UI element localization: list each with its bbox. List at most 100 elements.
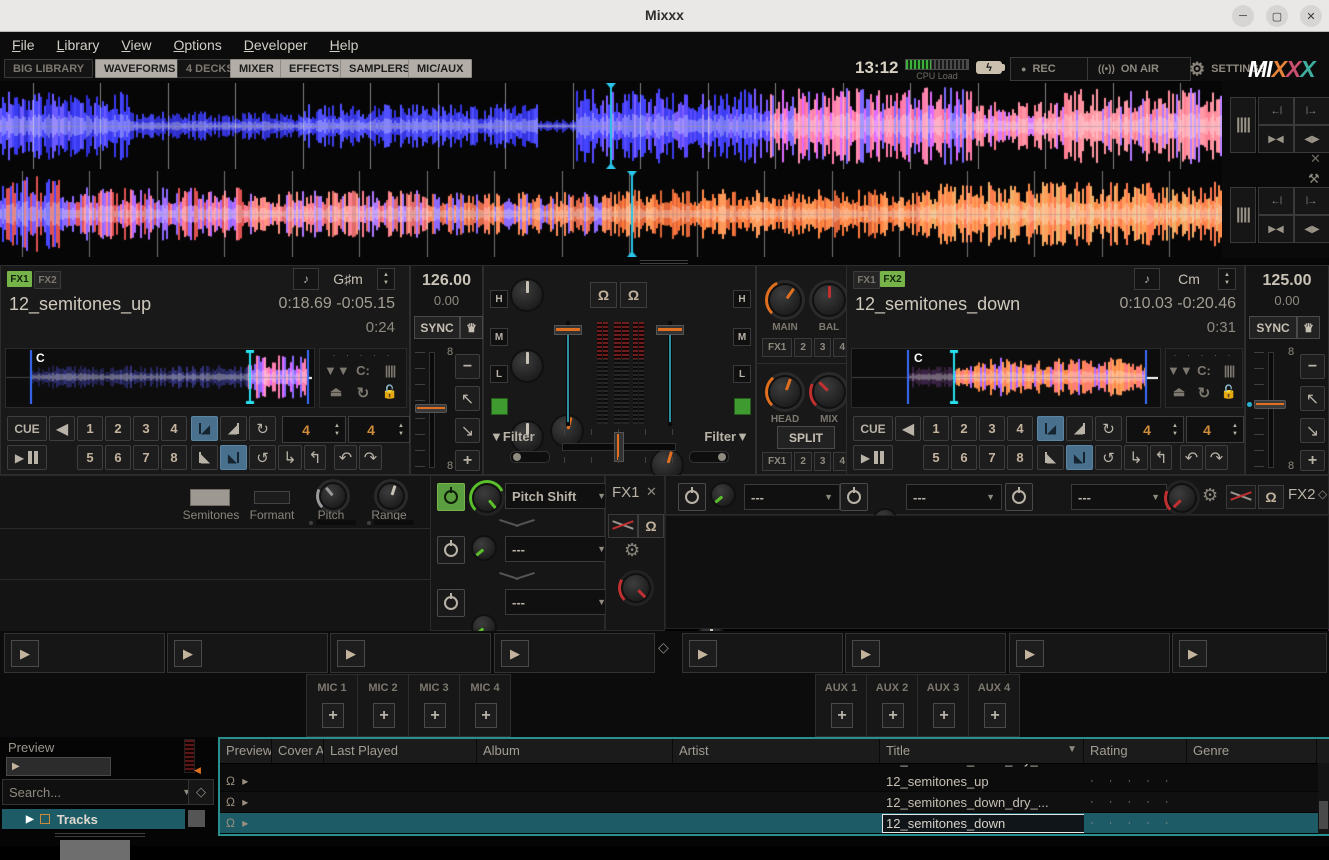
deck1-loop-toggle[interactable]: ↻ bbox=[249, 416, 276, 441]
deck2-beats-later-button[interactable]: 𝄀𝄀→ bbox=[1294, 187, 1329, 215]
deck1-sync-button[interactable]: SYNC bbox=[414, 316, 460, 339]
fx1-mix-knob[interactable] bbox=[618, 570, 654, 606]
collapse-icon[interactable]: ✕ bbox=[1310, 151, 1321, 167]
deck2-nudge-up-icon[interactable]: ↖ bbox=[1300, 386, 1325, 411]
deck1-nudge-up-icon[interactable]: ↖ bbox=[455, 386, 480, 411]
deck2-sync-leader-icon[interactable]: ♛ bbox=[1297, 316, 1320, 339]
table-row[interactable]: Ω ▸ 12_semitones_down_dry_... · · · · · bbox=[220, 792, 1329, 813]
deck1-star-rating[interactable]: · · · · · bbox=[320, 350, 406, 360]
deck1-pitch-rise-toggle[interactable]: ◢ bbox=[191, 416, 218, 441]
deck2-play-button[interactable]: ▶ bbox=[853, 445, 893, 470]
mic1-add-button[interactable]: + bbox=[322, 703, 344, 728]
sampler-expand-icon[interactable]: ◇ bbox=[658, 639, 669, 656]
header-cover-art[interactable]: Cover Art bbox=[272, 739, 324, 763]
sampler-8[interactable]: ▶ bbox=[1172, 633, 1327, 673]
table-scrollbar-thumb[interactable] bbox=[1319, 801, 1328, 829]
fx1-slot2-effect-select[interactable]: --- ▼ bbox=[505, 536, 613, 562]
deck1-hotcue-3[interactable]: 3 bbox=[133, 416, 159, 441]
row-rating[interactable]: · · · · · bbox=[1084, 796, 1187, 808]
semitones-toggle[interactable] bbox=[190, 489, 230, 506]
waveform-display[interactable] bbox=[0, 81, 1222, 258]
row-title-editing[interactable] bbox=[880, 813, 1084, 833]
menu-file[interactable]: File bbox=[12, 35, 45, 55]
library-table[interactable]: Preview Cover Art Last Played Album Arti… bbox=[218, 737, 1329, 836]
header-preview[interactable]: Preview bbox=[220, 739, 272, 763]
sidebar-splitter-handle[interactable] bbox=[60, 840, 130, 860]
deck2-pitch-rise-momentary[interactable]: ◢ bbox=[1066, 416, 1093, 441]
menu-developer[interactable]: Developer bbox=[244, 35, 318, 55]
deck1-play-button[interactable]: ▶ bbox=[7, 445, 47, 470]
deck1-pitch-slider[interactable] bbox=[413, 352, 449, 468]
deck2-loop-size-spinbox[interactable]: 4 ▲ ▼ bbox=[1126, 416, 1184, 443]
sampler-5-play-button[interactable]: ▶ bbox=[689, 640, 717, 667]
deck1-sync-leader-icon[interactable]: ♛ bbox=[460, 316, 483, 339]
fx1-slot2-meta-knob[interactable] bbox=[471, 535, 497, 561]
deck2-jump-forward-button[interactable]: ↷ bbox=[1205, 445, 1228, 470]
deck2-waveform[interactable] bbox=[0, 171, 1222, 257]
slip-mode-icon[interactable]: ▼▼ bbox=[1167, 363, 1193, 378]
deck2-pitch-rise-toggle[interactable]: ◢ bbox=[1037, 416, 1064, 441]
deck2-pfl-square[interactable] bbox=[734, 398, 751, 415]
main-fx2-button[interactable]: 2 bbox=[794, 338, 812, 357]
deck1-pitch-fall-toggle[interactable]: ◣ bbox=[220, 445, 247, 470]
menu-view[interactable]: View bbox=[121, 35, 161, 55]
deck2-rate-up-button[interactable]: + bbox=[1300, 450, 1325, 471]
deck2-hotcue-5[interactable]: 5 bbox=[923, 445, 949, 470]
sidebar-scrollbar[interactable] bbox=[188, 810, 205, 827]
deck1-overview[interactable]: C bbox=[5, 348, 315, 408]
deck1-key-spinner[interactable]: ▲ ▼ bbox=[377, 268, 395, 290]
waveform-splitter-handle[interactable] bbox=[0, 258, 1329, 265]
head-fx3-button[interactable]: 3 bbox=[813, 452, 832, 471]
deck2-beats-expand-button[interactable]: ◀▶ bbox=[1294, 215, 1329, 243]
deck1-volume-handle[interactable] bbox=[554, 325, 582, 335]
row-title[interactable]: 12_semitones_down_dry_... bbox=[880, 795, 1084, 810]
deck2-pitch-handle[interactable] bbox=[1254, 400, 1286, 409]
search-expand-button[interactable]: ◇ bbox=[188, 779, 214, 805]
repeat-icon[interactable]: C: bbox=[1192, 363, 1216, 378]
aux1-add-button[interactable]: + bbox=[831, 703, 853, 728]
mic4-add-button[interactable]: + bbox=[475, 703, 497, 728]
deck1-beats-earlier-button[interactable]: ←𝄀𝄀 bbox=[1258, 97, 1294, 125]
deck2-fx2-assign[interactable]: FX2 bbox=[880, 271, 905, 287]
deck1-pitch-handle[interactable] bbox=[415, 404, 447, 413]
deck1-loop-size-spinbox[interactable]: 4 ▲ ▼ bbox=[282, 416, 346, 443]
repeat-icon[interactable]: C: bbox=[351, 363, 375, 378]
deck1-fx2-assign[interactable]: FX2 bbox=[34, 271, 61, 289]
head-mix-knob[interactable] bbox=[809, 372, 849, 412]
deck2-overview[interactable]: C bbox=[851, 348, 1161, 408]
sampler-2-play-button[interactable]: ▶ bbox=[174, 640, 202, 667]
deck1-hotcue-6[interactable]: 6 bbox=[105, 445, 131, 470]
header-album[interactable]: Album bbox=[477, 739, 673, 763]
note-icon[interactable]: ♪ bbox=[1134, 268, 1160, 290]
deck2-hotcue-4[interactable]: 4 bbox=[1007, 416, 1033, 441]
deck1-rate-up-button[interactable]: + bbox=[455, 450, 480, 471]
sampler-7[interactable]: ▶ bbox=[1009, 633, 1170, 673]
aux2-add-button[interactable]: + bbox=[882, 703, 904, 728]
deck1-hotcue-5[interactable]: 5 bbox=[77, 445, 103, 470]
preview-deck-play-button[interactable]: ▶ bbox=[6, 757, 111, 776]
deck2-pitch-slider[interactable] bbox=[1247, 352, 1288, 468]
menu-help[interactable]: Help bbox=[330, 35, 369, 55]
deck1-eq-high-knob[interactable] bbox=[510, 278, 544, 312]
fx2-expand-icon[interactable]: ◇ bbox=[1318, 487, 1327, 501]
deck2-beats-shrink-button[interactable]: ▶◀ bbox=[1258, 215, 1294, 243]
toggle-waveforms[interactable]: WAVEFORMS bbox=[95, 59, 185, 78]
deck2-sync-button[interactable]: SYNC bbox=[1249, 316, 1297, 339]
head-gain-knob[interactable] bbox=[765, 372, 805, 412]
deck1-beats-expand-button[interactable]: ◀▶ bbox=[1294, 125, 1329, 153]
sampler-1-play-button[interactable]: ▶ bbox=[11, 640, 39, 667]
sampler-5[interactable]: ▶ bbox=[682, 633, 843, 673]
title-edit-input[interactable] bbox=[882, 813, 1084, 833]
deck2-hotcue-2[interactable]: 2 bbox=[951, 416, 977, 441]
deck1-fx1-assign[interactable]: FX1 bbox=[7, 271, 32, 287]
deck1-jump-back-button[interactable]: ↶ bbox=[334, 445, 357, 470]
fx2-slot3-effect-select[interactable]: --- ▼ bbox=[1071, 484, 1167, 510]
deck1-waveform[interactable] bbox=[0, 83, 1222, 169]
deck1-reloop-icon[interactable]: ↰ bbox=[304, 445, 326, 470]
fx1-slot1-meta-knob[interactable] bbox=[469, 480, 505, 516]
row-rating[interactable]: · · · · · bbox=[1084, 775, 1187, 787]
fx1-slot3-effect-select[interactable]: --- ▼ bbox=[505, 589, 613, 615]
deck2-hotcue-8[interactable]: 8 bbox=[1007, 445, 1033, 470]
fx1-slot1-power-button[interactable] bbox=[437, 483, 465, 511]
deck1-loop-in-out[interactable]: ↺ bbox=[249, 445, 276, 470]
